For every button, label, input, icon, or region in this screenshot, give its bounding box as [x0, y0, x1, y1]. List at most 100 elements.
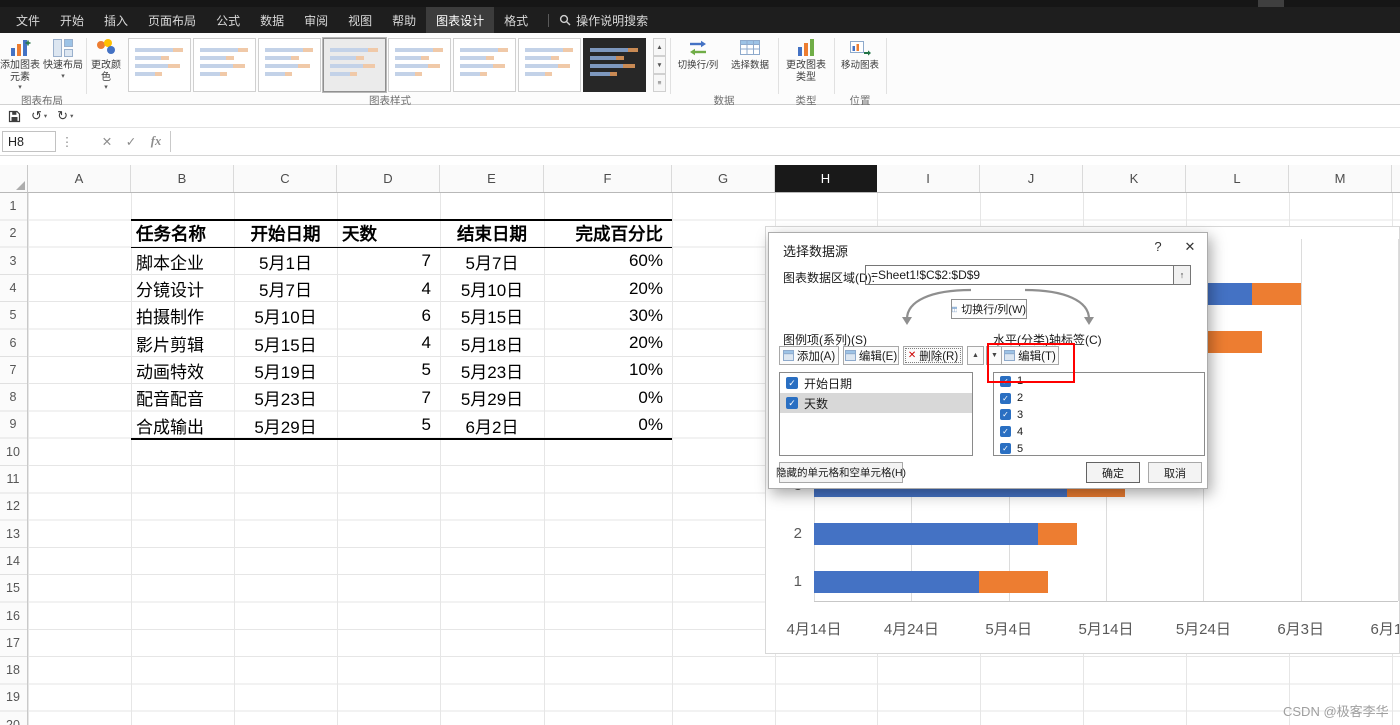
- chart-style-thumbnail[interactable]: [193, 38, 256, 92]
- tab-帮助[interactable]: 帮助: [382, 7, 426, 33]
- tell-me-search[interactable]: 操作说明搜索: [559, 12, 648, 29]
- row-header-2[interactable]: 2: [0, 220, 26, 247]
- switch-row-col-button[interactable]: 切换行/列(W): [951, 299, 1027, 319]
- move-chart-button[interactable]: 移动图表: [838, 36, 882, 94]
- bar-segment-duration[interactable]: [1037, 523, 1077, 545]
- row-header-14[interactable]: 14: [0, 548, 26, 575]
- select-data-button[interactable]: 选择数据: [726, 36, 774, 94]
- gallery-scroll-down[interactable]: ▼: [653, 56, 666, 74]
- column-header-K[interactable]: K: [1083, 165, 1186, 192]
- redo-button[interactable]: ↻ ▾: [57, 108, 73, 124]
- column-header-H[interactable]: H: [775, 165, 877, 192]
- name-box[interactable]: H8: [2, 131, 56, 152]
- bar-segment-start-date[interactable]: [814, 523, 1038, 545]
- row-header-7[interactable]: 7: [0, 357, 26, 384]
- tab-格式[interactable]: 格式: [494, 7, 538, 33]
- tab-插入[interactable]: 插入: [94, 7, 138, 33]
- row-header-19[interactable]: 19: [0, 684, 26, 711]
- bar-segment-start-date[interactable]: [814, 571, 980, 593]
- chart-style-thumbnail[interactable]: [128, 38, 191, 92]
- chart-style-thumbnail[interactable]: [388, 38, 451, 92]
- column-header-I[interactable]: I: [877, 165, 980, 192]
- bar-segment-duration[interactable]: [1252, 283, 1301, 305]
- checkbox-checked-icon[interactable]: ✓: [786, 397, 798, 409]
- edit-series-button[interactable]: 编辑(E): [843, 346, 899, 365]
- list-item[interactable]: ✓ 天数: [780, 393, 972, 413]
- row-header-16[interactable]: 16: [0, 603, 26, 630]
- bar-segment-duration[interactable]: [979, 571, 1048, 593]
- column-header-F[interactable]: F: [544, 165, 672, 192]
- remove-series-button[interactable]: ✕ 删除(R): [903, 346, 963, 365]
- ok-button[interactable]: 确定: [1086, 462, 1140, 483]
- row-header-20[interactable]: 20: [0, 712, 26, 725]
- row-header-4[interactable]: 4: [0, 275, 26, 302]
- row-header-13[interactable]: 13: [0, 521, 26, 548]
- chart-style-thumbnail[interactable]: [258, 38, 321, 92]
- row-header-10[interactable]: 10: [0, 439, 26, 466]
- series-list[interactable]: ✓ 开始日期 ✓ 天数: [779, 372, 973, 456]
- list-item[interactable]: ✓ 5: [994, 440, 1204, 455]
- tab-视图[interactable]: 视图: [338, 7, 382, 33]
- column-header-M[interactable]: M: [1289, 165, 1392, 192]
- change-colors-button[interactable]: 更改颜色 ▾: [88, 36, 124, 94]
- close-icon[interactable]: ✕: [1179, 239, 1201, 255]
- tab-数据[interactable]: 数据: [250, 7, 294, 33]
- row-header-3[interactable]: 3: [0, 248, 26, 275]
- chart-style-thumbnail[interactable]: [323, 38, 386, 92]
- chart-style-thumbnail[interactable]: [583, 38, 646, 92]
- range-picker-icon[interactable]: ↑: [1173, 266, 1190, 284]
- row-header-17[interactable]: 17: [0, 630, 26, 657]
- gallery-scroll-up[interactable]: ▲: [653, 38, 666, 56]
- cancel-button[interactable]: 取消: [1148, 462, 1202, 483]
- list-item[interactable]: ✓ 开始日期: [780, 373, 972, 393]
- row-header-15[interactable]: 15: [0, 575, 26, 602]
- list-item[interactable]: ✓ 2: [994, 390, 1204, 407]
- row-header-12[interactable]: 12: [0, 493, 26, 520]
- tab-审阅[interactable]: 审阅: [294, 7, 338, 33]
- row-header-9[interactable]: 9: [0, 411, 26, 438]
- column-header-L[interactable]: L: [1186, 165, 1289, 192]
- add-chart-element-button[interactable]: 添加图表元素 ▾: [0, 36, 40, 94]
- row-header-11[interactable]: 11: [0, 466, 26, 493]
- checkbox-checked-icon[interactable]: ✓: [786, 377, 798, 389]
- checkbox-checked-icon[interactable]: ✓: [1000, 426, 1011, 438]
- column-header-G[interactable]: G: [672, 165, 775, 192]
- titlebar-button[interactable]: [1258, 0, 1284, 7]
- column-header-B[interactable]: B: [131, 165, 234, 192]
- tab-开始[interactable]: 开始: [50, 7, 94, 33]
- checkbox-checked-icon[interactable]: ✓: [1000, 392, 1011, 404]
- confirm-entry-icon[interactable]: ✓: [120, 131, 142, 152]
- quick-layout-button[interactable]: 快速布局 ▾: [42, 36, 84, 94]
- column-header-D[interactable]: D: [337, 165, 440, 192]
- column-header-E[interactable]: E: [440, 165, 544, 192]
- row-header-1[interactable]: 1: [0, 193, 26, 220]
- cancel-entry-icon[interactable]: ✕: [96, 131, 118, 152]
- undo-button[interactable]: ↺ ▾: [31, 108, 47, 124]
- change-chart-type-button[interactable]: 更改图表类型: [782, 36, 830, 94]
- gallery-more-button[interactable]: ≡: [653, 74, 666, 92]
- save-button[interactable]: [8, 110, 21, 123]
- switch-row-column-button[interactable]: 切换行/列: [674, 36, 722, 94]
- row-header-18[interactable]: 18: [0, 657, 26, 684]
- insert-function-icon[interactable]: fx: [144, 131, 168, 152]
- column-header-J[interactable]: J: [980, 165, 1083, 192]
- chart-style-thumbnail[interactable]: [453, 38, 516, 92]
- column-header-C[interactable]: C: [234, 165, 337, 192]
- checkbox-checked-icon[interactable]: ✓: [1000, 409, 1011, 421]
- chart-style-thumbnail[interactable]: [518, 38, 581, 92]
- add-series-button[interactable]: 添加(A): [779, 346, 839, 365]
- axis-labels-list[interactable]: ✓ 1 ✓ 2 ✓ 3 ✓ 4 ✓ 5: [993, 372, 1205, 456]
- select-all-corner[interactable]: [0, 165, 28, 193]
- list-item[interactable]: ✓ 4: [994, 423, 1204, 440]
- tab-公式[interactable]: 公式: [206, 7, 250, 33]
- list-item[interactable]: ✓ 3: [994, 407, 1204, 424]
- help-icon[interactable]: ?: [1147, 239, 1169, 254]
- tab-页面布局[interactable]: 页面布局: [138, 7, 206, 33]
- row-header-8[interactable]: 8: [0, 384, 26, 411]
- column-header-A[interactable]: A: [28, 165, 131, 192]
- tab-文件[interactable]: 文件: [6, 7, 50, 33]
- chart-range-input[interactable]: =Sheet1!$C$2:$D$9 ↑: [865, 265, 1191, 285]
- row-header-5[interactable]: 5: [0, 302, 26, 329]
- checkbox-checked-icon[interactable]: ✓: [1000, 443, 1011, 455]
- row-header-6[interactable]: 6: [0, 330, 26, 357]
